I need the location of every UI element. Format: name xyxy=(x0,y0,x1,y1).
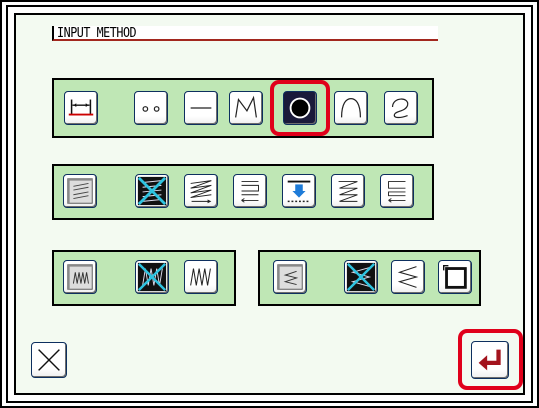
dots-button[interactable] xyxy=(134,91,168,125)
zigzag-fill-button[interactable] xyxy=(184,174,218,208)
interval-button[interactable] xyxy=(64,91,98,125)
satin-cancel-icon xyxy=(346,262,376,292)
zigzag-stitch-button[interactable] xyxy=(184,260,218,294)
zigzag-cancel-icon xyxy=(137,262,167,292)
fill-stitch-cancel-button[interactable] xyxy=(135,174,169,208)
zigzag-pattern-icon xyxy=(67,264,93,290)
fill-stitch-cancel-icon xyxy=(137,176,167,206)
polyline-icon xyxy=(235,95,257,118)
straight-line-button[interactable] xyxy=(184,91,218,125)
arc-icon xyxy=(340,97,362,118)
return-fill-icon xyxy=(241,181,259,203)
dots-icon xyxy=(142,106,160,112)
page-title: INPUT METHOD xyxy=(57,26,137,41)
square-frame-button[interactable] xyxy=(438,260,472,294)
straight-line-icon xyxy=(190,107,212,109)
square-frame-icon xyxy=(443,265,467,289)
polyline-button[interactable] xyxy=(229,91,263,125)
fill-stitch-icon xyxy=(67,178,93,204)
curve-button[interactable] xyxy=(384,91,418,125)
satin-pattern-icon xyxy=(277,264,303,290)
zigzag-stitch-icon xyxy=(190,268,211,286)
satin-cancel-button[interactable] xyxy=(344,260,378,294)
down-feed-button[interactable] xyxy=(282,174,316,208)
satin-stitch-icon xyxy=(397,266,419,288)
diagonal-fill-button[interactable] xyxy=(331,174,365,208)
circle-button[interactable] xyxy=(283,91,317,125)
diagonal-fill-icon xyxy=(338,181,358,202)
fill-stitch-button[interactable] xyxy=(63,174,97,208)
reverse-return-button[interactable] xyxy=(380,174,414,208)
curve-icon xyxy=(391,98,409,119)
circle-icon xyxy=(289,97,311,119)
interval-icon xyxy=(68,99,94,116)
satin-stitch-button[interactable] xyxy=(391,260,425,294)
zigzag-pattern-button[interactable] xyxy=(63,260,97,294)
arc-button[interactable] xyxy=(334,91,368,125)
zigzag-cancel-button[interactable] xyxy=(135,260,169,294)
enter-button[interactable] xyxy=(471,341,509,379)
zigzag-fill-icon xyxy=(190,180,212,204)
reverse-return-icon xyxy=(388,181,406,203)
down-feed-icon xyxy=(287,180,311,203)
close-button[interactable] xyxy=(31,342,67,378)
return-fill-button[interactable] xyxy=(233,174,267,208)
enter-icon xyxy=(478,349,501,371)
satin-pattern-button[interactable] xyxy=(273,260,307,294)
close-icon xyxy=(38,349,60,371)
